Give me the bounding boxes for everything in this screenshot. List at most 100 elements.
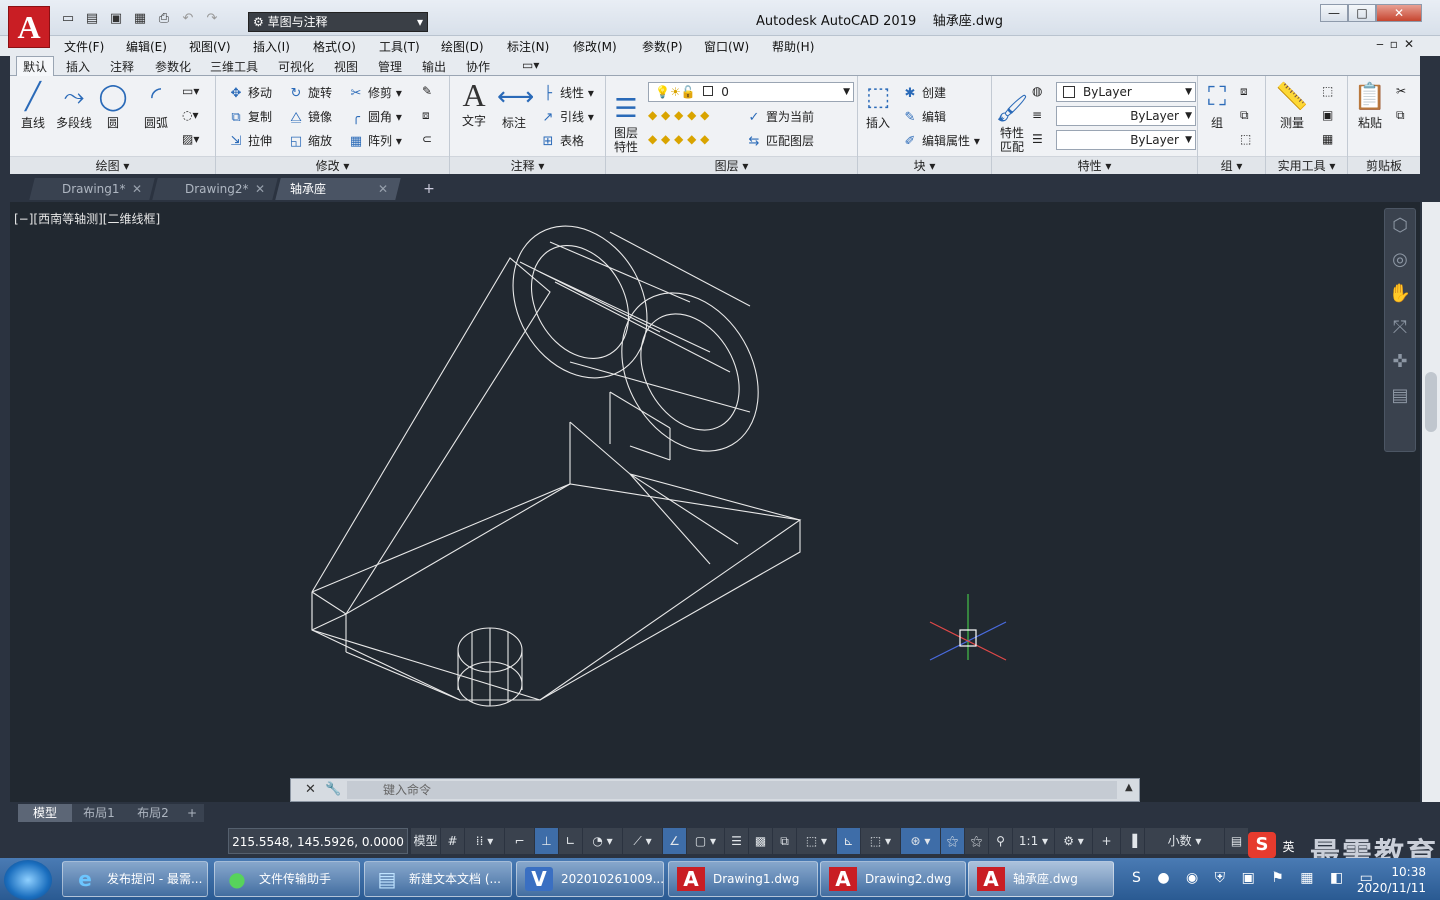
modify-panel-title[interactable]: 修改 ▾ [216, 156, 449, 174]
task-wechat[interactable]: ● 文件传输助手 [214, 861, 360, 897]
tab-layout1[interactable]: 布局1 [72, 804, 126, 822]
linetype-dropdown[interactable]: ByLayer ▼ [1056, 106, 1196, 126]
tab-output[interactable]: 输出 [422, 58, 446, 75]
task-ie[interactable]: e 发布提问 - 最需... [62, 861, 208, 897]
tab-view[interactable]: 视图 [334, 58, 358, 75]
color-wheel-icon[interactable]: ◍ [1032, 84, 1042, 98]
selection-filter-icon[interactable]: ⬚ ▾ [860, 828, 900, 854]
task-visio[interactable]: V 202010261009... [516, 861, 664, 897]
units-dropdown[interactable]: 小数 ▾ [1144, 828, 1224, 854]
showmotion-icon[interactable]: ▤ [1385, 379, 1415, 413]
circle-button[interactable]: ◯ 圆 [96, 82, 130, 131]
grid-icon[interactable]: # [440, 828, 464, 854]
cut-icon[interactable]: ✂ [1396, 84, 1406, 98]
tab-insert[interactable]: 插入 [66, 58, 90, 75]
menu-dimension[interactable]: 标注(N) [507, 38, 549, 55]
line-button[interactable]: ╱ 直线 [14, 82, 52, 131]
fillet-button[interactable]: ╭ 圆角 ▾ [348, 108, 402, 125]
maximize-button[interactable]: □ [1348, 4, 1376, 22]
vertical-scrollbar[interactable] [1422, 202, 1440, 802]
move-button[interactable]: ✥ 移动 [228, 84, 272, 101]
tab-parametric[interactable]: 参数化 [155, 58, 191, 75]
edit-block-button[interactable]: ✎ 编辑 [902, 108, 946, 125]
menu-tools[interactable]: 工具(T) [379, 38, 420, 55]
group-select-icon[interactable]: ⬚ [1240, 132, 1251, 146]
task-bearing[interactable]: A 轴承座.dwg [968, 861, 1114, 897]
match-layer-button[interactable]: ⇆ 匹配图层 [746, 132, 814, 149]
select-all-icon[interactable]: ▣ [1322, 108, 1333, 122]
coordinate-readout[interactable]: 215.5548, 145.5926, 0.0000 [228, 828, 408, 854]
drawing-canvas[interactable]: [−][西南等轴测][二维线框] ⬡ ◎ ✋ ⤧ ✜ ▤ ✕ 🔧 键入命令 ▲ [10, 202, 1420, 802]
infer-icon[interactable]: ⌐ [504, 828, 534, 854]
minimize-button[interactable]: — [1320, 4, 1348, 22]
ungroup-icon[interactable]: ⧈ [1240, 84, 1248, 99]
command-input[interactable]: 键入命令 [347, 781, 1117, 799]
annotation-monitor-icon[interactable]: + [1092, 828, 1120, 854]
ortho-icon[interactable]: ∟ [558, 828, 582, 854]
chevron-up-icon[interactable]: ▲ [1125, 782, 1133, 793]
zoom-extents-icon[interactable]: ⤧ [1385, 311, 1415, 345]
match-properties-button[interactable]: 🖌 特性 匹配 [994, 80, 1030, 154]
rectangle-icon[interactable]: ▭▾ [182, 84, 199, 98]
scroll-thumb[interactable] [1425, 372, 1437, 432]
measure-button[interactable]: 📏 测量 [1270, 82, 1314, 131]
dynamic-input-icon[interactable]: ⊥ [534, 828, 558, 854]
hatch-icon[interactable]: ◌▾ [182, 108, 199, 122]
pan-hand-icon[interactable]: ✋ [1385, 277, 1415, 311]
group-button[interactable]: ⛶ 组 [1200, 82, 1234, 131]
menu-window[interactable]: 窗口(W) [704, 38, 749, 55]
offset-icon[interactable]: ⊂ [422, 132, 432, 146]
task-drawing1[interactable]: A Drawing1.dwg [668, 861, 818, 897]
clipboard-panel-title[interactable]: 剪贴板 [1348, 156, 1420, 174]
color-dropdown[interactable]: ByLayer ▼ [1056, 82, 1196, 102]
properties-panel-title[interactable]: 特性 ▾ [992, 156, 1197, 174]
new-file-icon[interactable]: ▭ [58, 10, 78, 28]
annotation-panel-title[interactable]: 注释 ▾ [450, 156, 605, 174]
draw-panel-title[interactable]: 绘图 ▾ [10, 156, 215, 174]
lineweight-dropdown[interactable]: ByLayer ▼ [1056, 130, 1196, 150]
snap-icon[interactable]: ⁞⁞ ▾ [464, 828, 504, 854]
task-notepad[interactable]: ▤ 新建文本文档 (... [364, 861, 512, 897]
menu-edit[interactable]: 编辑(E) [126, 38, 167, 55]
open-folder-icon[interactable]: ▤ [82, 10, 102, 28]
save-as-icon[interactable]: ▦ [130, 10, 150, 28]
edit-attributes-button[interactable]: ✐ 编辑属性 ▾ [902, 132, 980, 149]
block-panel-title[interactable]: 块 ▾ [858, 156, 991, 174]
orbit-icon[interactable]: ✜ [1385, 345, 1415, 379]
mirror-button[interactable]: ⧋ 镜像 [288, 108, 332, 125]
layer-properties-button[interactable]: ☰ 图层 特性 [608, 80, 644, 154]
layer-tools-row2[interactable]: ◆ ◆ ◆ ◆ ◆ [648, 132, 709, 146]
doc-tab-bearing[interactable]: 轴承座 ✕ [275, 178, 401, 200]
array-button[interactable]: ▦ 阵列 ▾ [348, 132, 402, 149]
save-icon[interactable]: ▣ [106, 10, 126, 28]
menu-modify[interactable]: 修改(M) [573, 38, 617, 55]
tab-3d-tools[interactable]: 三维工具 [210, 58, 258, 75]
close-icon[interactable]: ✕ [132, 178, 142, 200]
layer-dropdown[interactable]: 💡☀🔓 0 ▼ [648, 82, 854, 102]
add-layout-button[interactable]: + [180, 804, 204, 822]
wrench-icon[interactable]: 🔧 [325, 782, 341, 797]
object-snap-tracking-icon[interactable]: ∠ [662, 828, 686, 854]
tab-manage[interactable]: 管理 [378, 58, 402, 75]
layer-tools-row1[interactable]: ◆ ◆ ◆ ◆ ◆ [648, 108, 709, 122]
quick-properties-icon[interactable]: ▤ [1224, 828, 1248, 854]
menu-parametric[interactable]: 参数(P) [642, 38, 683, 55]
new-tab-button[interactable]: + [418, 180, 440, 198]
clock[interactable]: 10:38 2020/11/11 [1357, 864, 1426, 896]
group-edit-icon[interactable]: ⧉ [1240, 108, 1249, 123]
steering-wheel-icon[interactable]: ◎ [1385, 243, 1415, 277]
close-button[interactable]: ✕ [1376, 4, 1422, 22]
polyline-button[interactable]: ⤳ 多段线 [52, 82, 96, 131]
isodraft-icon[interactable]: ⟋ ▾ [622, 828, 662, 854]
menu-draw[interactable]: 绘图(D) [441, 38, 484, 55]
selection-cycling-icon[interactable]: ⧉ [772, 828, 796, 854]
create-block-button[interactable]: ✱ 创建 [902, 84, 946, 101]
doc-tab-drawing1[interactable]: Drawing1* ✕ [29, 178, 155, 200]
stretch-button[interactable]: ⇲ 拉伸 [228, 132, 272, 149]
mdi-controls[interactable]: ‒▫✕ [1376, 37, 1420, 51]
undo-icon[interactable]: ↶ [178, 10, 198, 28]
tab-visualize[interactable]: 可视化 [278, 58, 314, 75]
doc-tab-drawing2[interactable]: Drawing2* ✕ [152, 178, 278, 200]
close-icon[interactable]: ✕ [305, 782, 316, 797]
viewcube-icon[interactable]: ⬡ [1385, 209, 1415, 243]
